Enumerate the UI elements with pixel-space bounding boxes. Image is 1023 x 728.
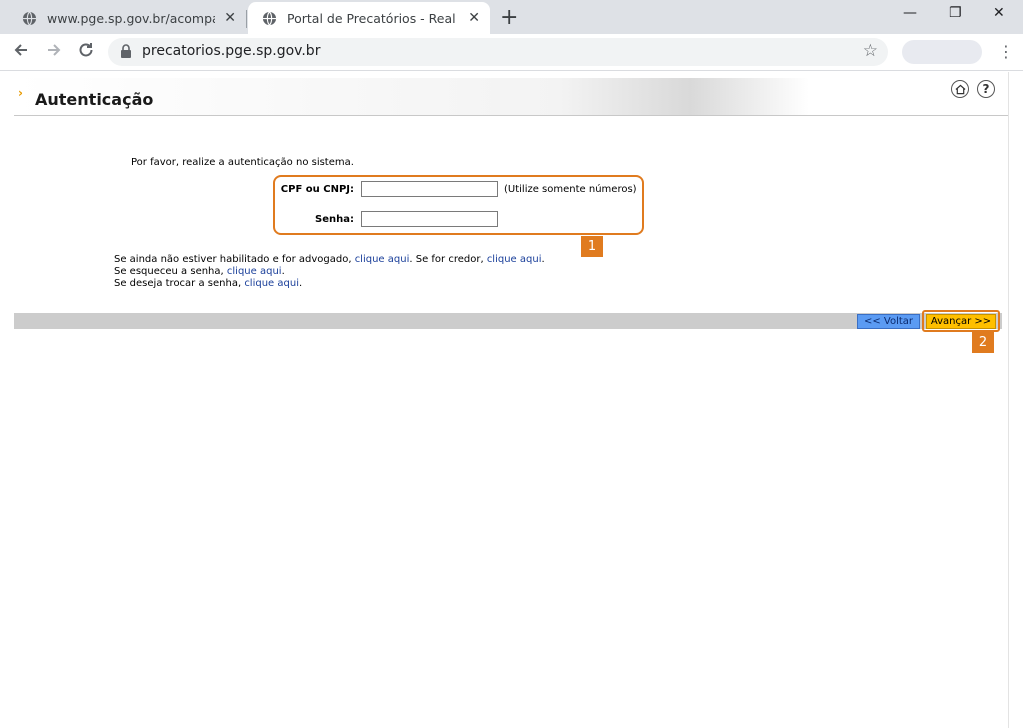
help-text-segment: .	[541, 254, 545, 265]
menu-kebab-icon[interactable]: ⋮	[998, 42, 1014, 61]
tab-close-icon[interactable]: ✕	[468, 10, 480, 26]
minimize-icon[interactable]: —	[903, 5, 917, 21]
address-bar[interactable]: precatorios.pge.sp.gov.br ☆	[108, 38, 888, 66]
star-icon[interactable]: ☆	[863, 41, 878, 61]
help-text-segment: Se deseja trocar a senha,	[114, 278, 242, 289]
intro-text: Por favor, realize a autenticação no sis…	[131, 157, 354, 168]
tab-close-icon[interactable]: ✕	[224, 10, 236, 26]
voltar-button[interactable]: << Voltar	[857, 314, 920, 329]
reload-icon[interactable]	[77, 41, 95, 59]
new-tab-button[interactable]: +	[500, 5, 518, 30]
home-glyph	[955, 84, 965, 94]
link-advogado[interactable]: clique aqui	[355, 254, 410, 265]
help-text-segment: Se ainda não estiver habilitado e for ad…	[114, 254, 352, 265]
globe-icon	[22, 11, 37, 25]
browser-toolbar: precatorios.pge.sp.gov.br ☆ ⋮	[0, 34, 1023, 71]
annotation-badge-1: 1	[581, 236, 603, 257]
link-esqueceu-senha[interactable]: clique aqui	[227, 266, 282, 277]
tab-title: Portal de Precatórios - Realize a a	[287, 10, 455, 26]
tab-strip: www.pge.sp.gov.br/acompanhe/p ✕ Portal d…	[0, 0, 1023, 34]
page-title: Autenticação	[35, 90, 154, 109]
restore-icon[interactable]: ❐	[949, 5, 962, 21]
tab-portal-precatorios[interactable]: Portal de Precatórios - Realize a a ✕	[248, 2, 490, 34]
help-text-segment: .	[281, 266, 285, 277]
home-icon[interactable]	[951, 80, 969, 98]
tab-title: www.pge.sp.gov.br/acompanhe/p	[47, 10, 215, 26]
chevron-right-icon: ›	[18, 86, 23, 100]
help-line-trocar: Se deseja trocar a senha, clique aqui.	[114, 278, 545, 290]
profile-avatar[interactable]	[902, 40, 982, 64]
forward-arrow-icon[interactable]	[45, 41, 63, 59]
help-icon[interactable]: ?	[977, 80, 995, 98]
back-arrow-icon[interactable]	[12, 41, 30, 59]
help-line-esqueceu: Se esqueceu a senha, clique aqui.	[114, 266, 545, 278]
help-text-segment: .	[298, 278, 303, 289]
close-window-icon[interactable]: ✕	[993, 5, 1005, 21]
action-bar	[14, 313, 1002, 329]
scrollbar-track[interactable]	[1008, 72, 1009, 728]
help-text-segment: Se esqueceu a senha,	[114, 266, 224, 277]
help-line-advogado: Se ainda não estiver habilitado e for ad…	[114, 254, 545, 266]
help-text: Se ainda não estiver habilitado e for ad…	[114, 254, 545, 290]
tab-separator	[246, 10, 247, 28]
link-credor[interactable]: clique aqui	[487, 254, 542, 265]
globe-icon	[262, 11, 277, 25]
annotation-box-form	[273, 175, 644, 235]
avancar-button[interactable]: Avançar >>	[926, 314, 996, 329]
link-trocar-senha[interactable]: clique aqui	[244, 278, 299, 289]
annotation-badge-2: 2	[972, 332, 994, 353]
page-header: › Autenticação ?	[14, 78, 1008, 116]
tab-pge-acompanhe[interactable]: www.pge.sp.gov.br/acompanhe/p ✕	[8, 2, 246, 34]
help-text-segment: . Se for credor,	[409, 254, 484, 265]
lock-icon[interactable]	[120, 44, 132, 59]
address-url: precatorios.pge.sp.gov.br	[142, 43, 321, 59]
